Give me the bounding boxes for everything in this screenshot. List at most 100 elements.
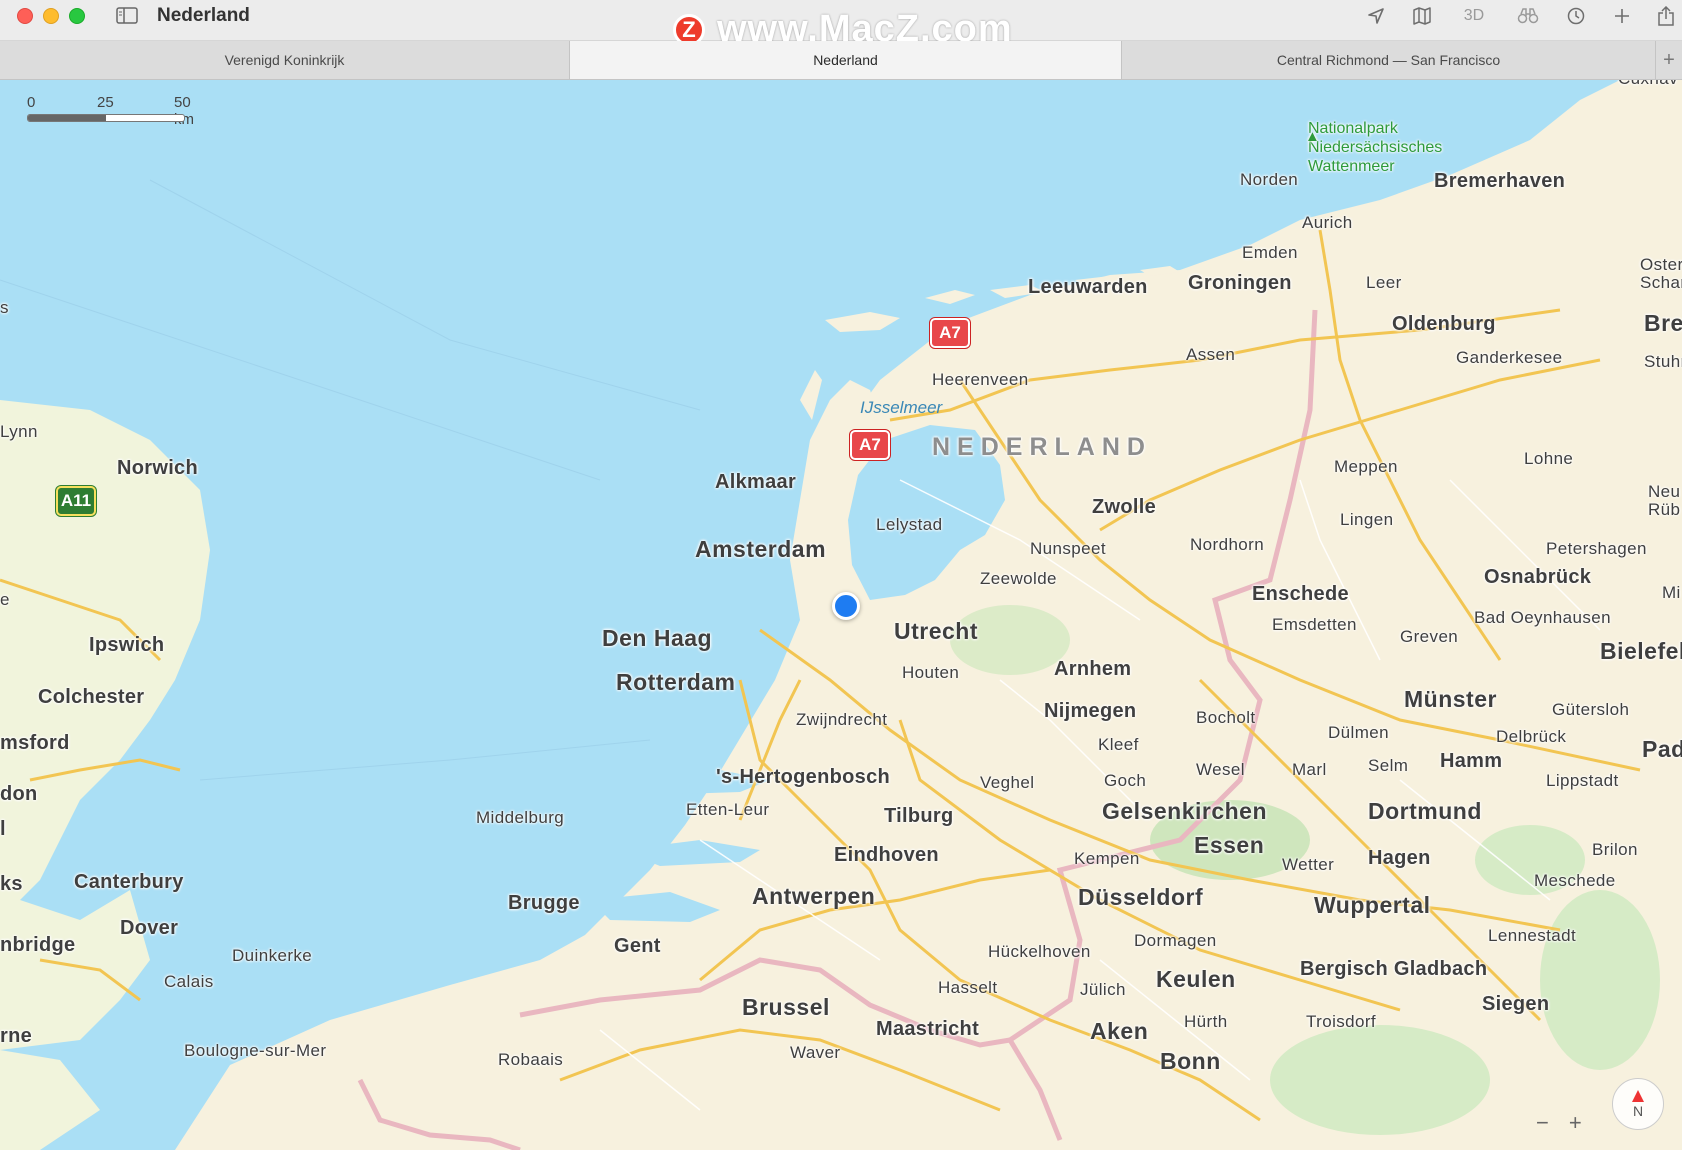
city-label[interactable]: Eindhoven [834,844,939,867]
city-label[interactable]: Hamm [1440,750,1502,773]
city-label[interactable]: Nordhorn [1190,535,1264,555]
minimize-window-button[interactable] [43,8,59,24]
city-label[interactable]: Rotterdam [616,669,736,696]
compass-button[interactable]: N [1612,1078,1664,1130]
city-label[interactable]: Waver [790,1043,841,1063]
city-label[interactable]: Osnabrück [1484,566,1591,589]
city-label[interactable]: Assen [1186,345,1235,365]
city-label[interactable]: Stuhr [1644,352,1682,372]
city-label[interactable]: Groningen [1188,272,1292,295]
map-icon[interactable] [1410,5,1434,27]
zoom-window-button[interactable] [69,8,85,24]
zoom-in-button[interactable]: + [1569,1110,1582,1136]
plus-icon[interactable] [1610,5,1634,27]
water-label[interactable]: IJsselmeer [860,398,942,418]
city-label[interactable]: Aken [1090,1018,1148,1045]
city-label[interactable]: Selm [1368,756,1408,776]
city-label[interactable]: Norwich [117,457,198,480]
city-label[interactable]: Brugge [508,892,580,915]
city-label[interactable]: Mi [1662,583,1681,603]
city-label[interactable]: Veghel [980,773,1034,793]
city-label[interactable]: Bre [1644,310,1682,337]
city-label[interactable]: Keulen [1156,966,1236,993]
city-label[interactable]: Kempen [1074,849,1140,869]
city-label[interactable]: Lippstadt [1546,771,1619,791]
city-label[interactable]: Bad Oeynhausen [1474,608,1611,628]
city-label[interactable]: Duinkerke [232,946,312,966]
close-window-button[interactable] [17,8,33,24]
city-label[interactable]: Bielefel [1600,638,1682,665]
city-label[interactable]: Calais [164,972,214,992]
city-label[interactable]: Lelystad [876,515,943,535]
city-label[interactable]: Alkmaar [715,471,796,494]
city-label[interactable]: Lennestadt [1488,926,1576,946]
city-label[interactable]: Düsseldorf [1078,884,1203,911]
tab-verenigd-koninkrijk[interactable]: Verenigd Koninkrijk [0,41,570,79]
park-label[interactable]: Nationalpark Niedersächsisches Wattenmee… [1308,119,1442,176]
city-label[interactable]: Nijmegen [1044,700,1136,723]
city-label[interactable]: Jülich [1080,980,1126,1000]
city-label[interactable]: Zeewolde [980,569,1057,589]
city-label[interactable]: Brussel [742,994,830,1021]
city-label[interactable]: ks [0,873,23,896]
city-label[interactable]: rne [0,1025,32,1048]
city-label[interactable]: Marl [1292,760,1327,780]
city-label[interactable]: Essen [1194,832,1264,859]
share-icon[interactable] [1654,5,1678,27]
city-label[interactable]: e [0,590,10,610]
current-location-dot[interactable] [832,592,860,620]
city-label[interactable]: Den Haag [602,625,712,652]
city-label[interactable]: Hürth [1184,1012,1228,1032]
city-label[interactable]: Oster [1640,255,1682,275]
city-label[interactable]: Dortmund [1368,798,1482,825]
city-label[interactable]: Bocholt [1196,708,1256,728]
city-label[interactable]: Bergisch Gladbach [1300,958,1487,981]
city-label[interactable]: Aurich [1302,213,1353,233]
city-label[interactable]: Petershagen [1546,539,1647,559]
city-label[interactable]: Rüb [1648,500,1680,520]
city-label[interactable]: Goch [1104,771,1146,791]
city-label[interactable]: Cuxhav [1618,80,1678,89]
new-tab-button[interactable]: + [1656,41,1682,79]
city-label[interactable]: Kleef [1098,735,1139,755]
city-label[interactable]: Colchester [38,686,144,709]
city-label[interactable]: Leer [1366,273,1402,293]
city-label[interactable]: Zwolle [1092,496,1156,519]
city-label[interactable]: Houten [902,663,959,683]
city-label[interactable]: Brilon [1592,840,1638,860]
city-label[interactable]: Pade [1642,736,1682,763]
city-label[interactable]: Hagen [1368,847,1431,870]
city-label[interactable]: Heerenveen [932,370,1029,390]
city-label[interactable]: Oldenburg [1392,313,1496,336]
city-label[interactable]: Meppen [1334,457,1398,477]
tab-central-richmond[interactable]: Central Richmond — San Francisco [1122,41,1656,79]
city-label[interactable]: Gent [614,935,661,958]
city-label[interactable]: Canterbury [74,871,184,894]
city-label[interactable]: Siegen [1482,993,1549,1016]
map-view[interactable]: 0 25 50 km Nationalpark Niedersächsische… [0,80,1682,1150]
city-label[interactable]: Wetter [1282,855,1334,875]
city-label[interactable]: Meschede [1534,871,1616,891]
city-label[interactable]: Antwerpen [752,883,875,910]
city-label[interactable]: Lynn [0,422,38,442]
city-label[interactable]: Münster [1404,686,1497,713]
city-label[interactable]: msford [0,732,70,755]
3d-button[interactable]: 3D [1462,5,1486,27]
city-label[interactable]: nbridge [0,934,75,957]
city-label[interactable]: l [0,818,6,841]
sidebar-toggle-icon[interactable] [116,7,138,24]
city-label[interactable]: Wesel [1196,760,1245,780]
city-label[interactable]: Bonn [1160,1048,1221,1075]
city-label[interactable]: Bremerhaven [1434,170,1565,193]
city-label[interactable]: Gütersloh [1552,700,1629,720]
city-label[interactable]: Nunspeet [1030,539,1106,559]
city-label[interactable]: don [0,783,38,806]
city-label[interactable]: Lohne [1524,449,1573,469]
city-label[interactable]: Schar [1640,273,1682,293]
city-label[interactable]: Utrecht [894,618,978,645]
zoom-out-button[interactable]: − [1536,1110,1549,1136]
binoculars-icon[interactable] [1516,5,1540,27]
city-label[interactable]: Leeuwarden [1028,276,1148,299]
city-label[interactable]: Ipswich [89,634,164,657]
city-label[interactable]: Robaais [498,1050,563,1070]
